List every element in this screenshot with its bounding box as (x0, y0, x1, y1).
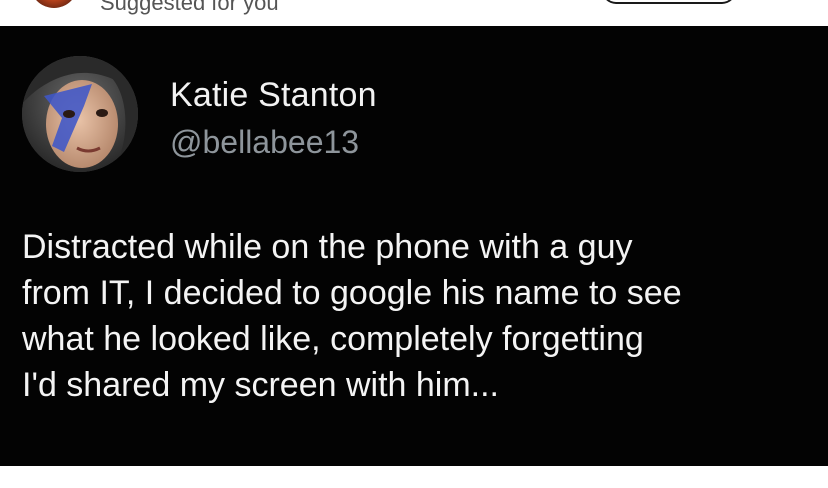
profile-avatar-icon[interactable] (30, 0, 78, 8)
profile-photo-icon (22, 56, 138, 172)
post-page: Suggested for you Katie Stanton @bellabe… (0, 0, 828, 488)
author-name: Katie Stanton (170, 76, 377, 114)
post-footer-gap (0, 466, 828, 488)
tweet-text: Distracted while on the phone with a guy… (22, 228, 682, 404)
tweet-screenshot-image[interactable]: Katie Stanton @bellabee13 Distracted whi… (0, 26, 828, 466)
feed-post-header: Suggested for you (0, 0, 828, 26)
follow-button[interactable] (602, 0, 736, 4)
suggested-label: Suggested for you (100, 0, 279, 15)
author-handle: @bellabee13 (170, 124, 360, 160)
